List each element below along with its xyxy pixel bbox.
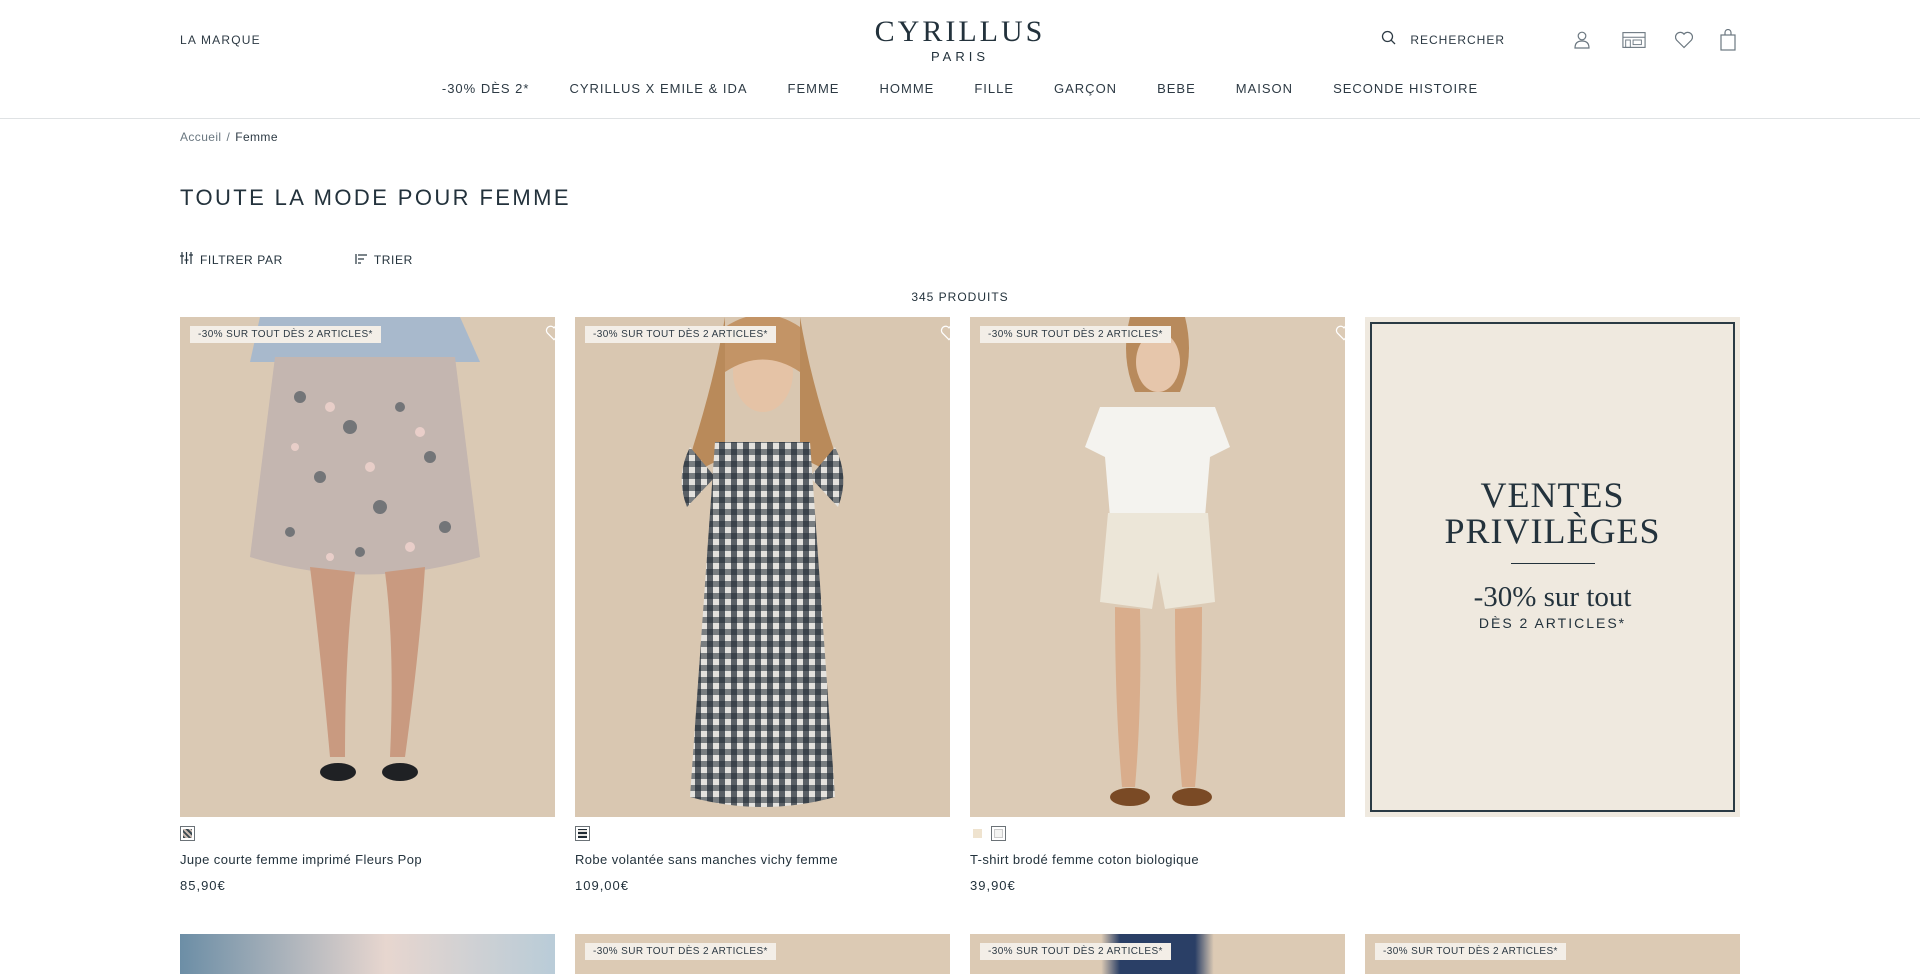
product-image[interactable]: -30% SUR TOUT DÈS 2 ARTICLES* [1365, 934, 1740, 974]
product-image[interactable]: -30% SUR TOUT DÈS 2 ARTICLES* [575, 317, 950, 817]
nav-item-promo[interactable]: -30% DÈS 2* [442, 81, 530, 96]
promo-badge: -30% SUR TOUT DÈS 2 ARTICLES* [980, 326, 1171, 343]
promo-badge: -30% SUR TOUT DÈS 2 ARTICLES* [190, 326, 381, 343]
product-grid: -30% SUR TOUT DÈS 2 ARTICLES* Jupe court… [180, 317, 1740, 893]
search-icon [1381, 30, 1396, 50]
product-price: 85,90€ [180, 878, 226, 893]
bag-icon[interactable] [1716, 28, 1740, 52]
product-image[interactable]: -30% SUR TOUT DÈS 2 ARTICLES* [970, 934, 1345, 974]
color-swatches [970, 826, 1345, 842]
product-card[interactable]: -30% SUR TOUT DÈS 2 ARTICLES* [1365, 934, 1740, 974]
promo-subtitle: -30% sur tout [1473, 581, 1632, 613]
breadcrumb-separator: / [226, 130, 231, 144]
nav-item-femme[interactable]: FEMME [788, 81, 840, 96]
product-grid-row-2: -30% SUR TOUT DÈS 2 ARTICLES* -30% SUR T… [180, 934, 1740, 974]
nav-item-seconde-histoire[interactable]: SECONDE HISTOIRE [1333, 81, 1478, 96]
product-card[interactable] [180, 934, 555, 974]
brand-link[interactable]: LA MARQUE [180, 33, 261, 47]
promo-divider [1511, 563, 1595, 564]
product-card[interactable]: -30% SUR TOUT DÈS 2 ARTICLES* Robe volan… [575, 317, 950, 893]
product-card[interactable]: -30% SUR TOUT DÈS 2 ARTICLES* T-shirt br… [970, 317, 1345, 893]
main-nav: -30% DÈS 2* CYRILLUS X EMILE & IDA FEMME… [0, 81, 1920, 96]
product-name[interactable]: Jupe courte femme imprimé Fleurs Pop [180, 852, 555, 867]
product-count: 345 PRODUITS [911, 290, 1009, 304]
filter-icon [180, 252, 193, 267]
color-swatch[interactable] [991, 826, 1006, 841]
header-actions: RECHERCHER [1381, 28, 1740, 52]
nav-item-collab[interactable]: CYRILLUS X EMILE & IDA [569, 81, 747, 96]
product-card[interactable]: -30% SUR TOUT DÈS 2 ARTICLES* Jupe court… [180, 317, 555, 893]
promo-frame [1370, 322, 1735, 812]
search-button[interactable]: RECHERCHER [1381, 30, 1505, 50]
logo-subtext: PARIS [930, 49, 990, 64]
sort-icon [355, 253, 367, 267]
product-name[interactable]: T-shirt brodé femme coton biologique [970, 852, 1345, 867]
breadcrumb-current: Femme [235, 130, 278, 144]
product-card[interactable]: -30% SUR TOUT DÈS 2 ARTICLES* [970, 934, 1345, 974]
color-swatch[interactable] [575, 826, 590, 841]
product-name[interactable]: Robe volantée sans manches vichy femme [575, 852, 950, 867]
wishlist-icon[interactable] [1672, 28, 1696, 52]
logo-text: CYRILLUS [874, 15, 1046, 48]
page-title: TOUTE LA MODE POUR FEMME [180, 185, 571, 210]
account-icon[interactable] [1570, 28, 1594, 52]
promo-title-line2: PRIVILÈGES [1444, 511, 1661, 551]
color-swatches [180, 826, 555, 842]
product-image[interactable] [180, 934, 555, 974]
promo-banner[interactable]: VENTES PRIVILÈGES -30% sur tout DÈS 2 AR… [1365, 317, 1740, 817]
product-image[interactable]: -30% SUR TOUT DÈS 2 ARTICLES* [180, 317, 555, 817]
product-card[interactable]: -30% SUR TOUT DÈS 2 ARTICLES* [575, 934, 950, 974]
promo-badge: -30% SUR TOUT DÈS 2 ARTICLES* [585, 326, 776, 343]
breadcrumb-home[interactable]: Accueil [180, 130, 221, 144]
promo-badge: -30% SUR TOUT DÈS 2 ARTICLES* [1375, 943, 1566, 960]
product-price: 39,90€ [970, 878, 1016, 893]
promo-tile[interactable]: VENTES PRIVILÈGES -30% sur tout DÈS 2 AR… [1365, 317, 1740, 893]
product-price: 109,00€ [575, 878, 629, 893]
product-image[interactable]: -30% SUR TOUT DÈS 2 ARTICLES* [970, 317, 1345, 817]
color-swatch[interactable] [970, 826, 985, 841]
logo[interactable]: CYRILLUS PARIS [874, 15, 1046, 65]
sort-button[interactable]: TRIER [355, 253, 413, 267]
nav-item-homme[interactable]: HOMME [879, 81, 934, 96]
promo-title: VENTES PRIVILÈGES [1365, 477, 1740, 549]
nav-item-bebe[interactable]: BEBE [1157, 81, 1196, 96]
filter-button[interactable]: FILTRER PAR [180, 252, 283, 267]
nav-item-garcon[interactable]: GARÇON [1054, 81, 1117, 96]
promo-title-line1: VENTES [1480, 475, 1625, 515]
promo-badge: -30% SUR TOUT DÈS 2 ARTICLES* [585, 943, 776, 960]
breadcrumb: Accueil / Femme [180, 130, 278, 144]
site-header: LA MARQUE CYRILLUS PARIS RECHERCHER -30%… [0, 0, 1920, 119]
color-swatch[interactable] [180, 826, 195, 841]
promo-badge: -30% SUR TOUT DÈS 2 ARTICLES* [980, 943, 1171, 960]
nav-item-fille[interactable]: FILLE [974, 81, 1014, 96]
listing-toolbar: FILTRER PAR TRIER [180, 252, 413, 267]
search-label: RECHERCHER [1410, 33, 1505, 47]
product-image[interactable]: -30% SUR TOUT DÈS 2 ARTICLES* [575, 934, 950, 974]
store-icon[interactable] [1622, 28, 1646, 52]
promo-subtitle-2: DÈS 2 ARTICLES* [1478, 615, 1627, 631]
sort-label: TRIER [373, 252, 413, 267]
nav-item-maison[interactable]: MAISON [1236, 81, 1293, 96]
filter-label: FILTRER PAR [200, 252, 283, 267]
color-swatches [575, 826, 950, 842]
